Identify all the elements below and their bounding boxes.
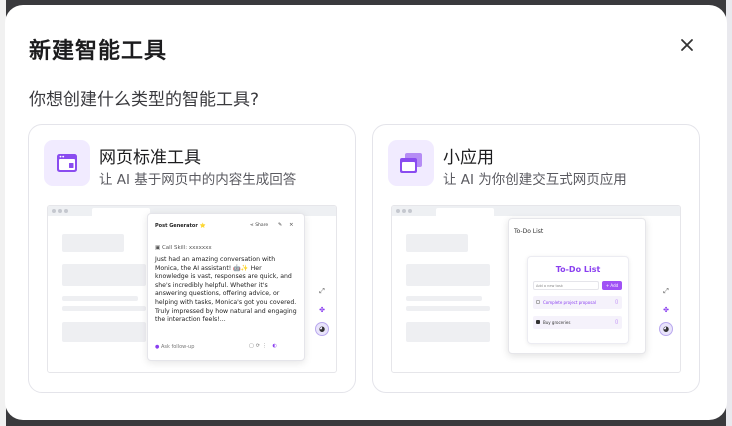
web-tool-preview: Post Generator ⭐ ⋖ Share ✎ × ▣ Call Skil… — [47, 205, 337, 373]
placeholder-block — [62, 322, 146, 342]
mini-app-preview: To-Do List To-Do List Add a new task + A… — [391, 205, 681, 373]
todo-app-title: To-Do List — [555, 265, 601, 274]
card-title: 网页标准工具 — [99, 148, 201, 168]
dialog-title: 新建智能工具 — [29, 39, 168, 64]
placeholder-block — [62, 234, 124, 252]
placeholder-block — [406, 234, 468, 252]
expand-icon: ⤢ — [663, 286, 669, 295]
close-button[interactable] — [675, 33, 699, 57]
app-windows-icon — [388, 140, 434, 186]
grid-icon: ✤ — [663, 306, 669, 314]
checkbox-icon — [536, 300, 540, 304]
todo-card: To-Do List Add a new task + Add Complete… — [527, 256, 629, 344]
todo-item: Buy groceries ▯ — [533, 316, 622, 329]
card-web-standard-tool[interactable]: 网页标准工具 让 AI 基于网页中的内容生成回答 Post Generator … — [28, 124, 356, 393]
follow-up-input: ● Ask follow-up — [155, 344, 195, 350]
popup-close-icon: × — [289, 222, 294, 228]
call-skill-line: ▣ Call Skill: xxxxxxx — [155, 245, 212, 251]
placeholder-block — [406, 322, 490, 342]
new-tool-dialog: 新建智能工具 你想创建什么类型的智能工具? 网页标准工具 让 AI 基于网页中的… — [5, 5, 727, 420]
browser-window-icon — [44, 140, 90, 186]
browser-tab-bar — [392, 206, 680, 216]
monica-avatar-icon: ◕ — [315, 322, 329, 336]
add-task-button: + Add — [602, 281, 622, 290]
card-description: 让 AI 基于网页中的内容生成回答 — [99, 172, 297, 188]
window-title: To-Do List — [514, 228, 544, 235]
trash-icon: ▯ — [615, 319, 618, 325]
card-description: 让 AI 为你创建交互式网页应用 — [443, 172, 627, 188]
placeholder-line — [406, 306, 490, 311]
monica-avatar-icon: ◕ — [659, 322, 673, 336]
side-rail: ⤢ ✤ ◕ — [315, 284, 329, 340]
expand-icon: ⤢ — [319, 286, 325, 295]
task-input: Add a new task — [533, 281, 599, 290]
grid-icon: ✤ — [319, 306, 325, 314]
popup-body-text: Just had an amazing conversation with Mo… — [155, 256, 297, 324]
card-mini-app[interactable]: 小应用 让 AI 为你创建交互式网页应用 To-Do List To-Do Li… — [372, 124, 700, 393]
placeholder-line — [406, 296, 482, 301]
post-generator-popup: Post Generator ⭐ ⋖ Share ✎ × ▣ Call Skil… — [147, 213, 305, 361]
placeholder-block — [406, 264, 490, 286]
checkbox-checked-icon — [536, 320, 540, 324]
card-title: 小应用 — [443, 148, 494, 168]
placeholder-line — [62, 296, 138, 301]
todo-item: Complete project proposal ▯ — [533, 296, 622, 309]
placeholder-line — [62, 306, 146, 311]
placeholder-block — [62, 264, 146, 286]
dialog-subtitle: 你想创建什么类型的智能工具? — [29, 90, 260, 110]
close-icon — [681, 39, 693, 51]
popup-title: Post Generator ⭐ — [155, 223, 206, 229]
pin-icon: ✎ — [278, 222, 283, 228]
side-rail: ⤢ ✤ ◕ — [659, 284, 673, 340]
trash-icon: ▯ — [615, 299, 618, 305]
share-button: ⋖ Share — [250, 223, 269, 228]
todo-app-window: To-Do List To-Do List Add a new task + A… — [508, 218, 646, 354]
popup-action-icons: ▢⟳⋮ ◐ — [249, 343, 279, 349]
